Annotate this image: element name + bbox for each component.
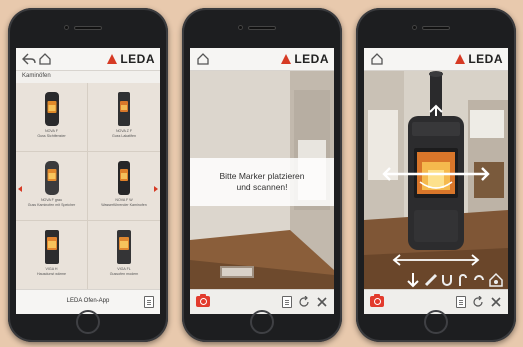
back-icon[interactable] [22, 53, 36, 65]
product-grid: NOVA F Guss Sichtfenster NOVA Z F Guss L… [16, 83, 160, 290]
product-card[interactable]: NOVA F Guss Sichtfenster [16, 83, 88, 152]
scan-instruction-line-2: und scannen! [236, 182, 288, 192]
next-arrow-icon[interactable] [154, 186, 158, 192]
camera-icon[interactable] [196, 294, 210, 307]
home-icon[interactable] [370, 52, 384, 66]
scan-instruction-banner: Bitte Marker platzieren und scannen! [190, 158, 334, 206]
speaker-grille [74, 26, 102, 30]
stove-thumbnail [45, 161, 59, 195]
ar-camera-view [364, 70, 508, 290]
product-model: VIGA H [45, 267, 58, 271]
product-description: Guss Kaminofen mit Speicher [27, 202, 76, 207]
app-bar: LEDA [16, 48, 160, 71]
pipe-icon[interactable] [424, 273, 438, 287]
phone-2: LEDA Bitte Marker platzieren und scannen… [182, 8, 342, 342]
product-card[interactable]: NOVA F W Wasserführender Kaminofen [88, 152, 160, 221]
product-description: Hausdunst wärme [37, 271, 66, 276]
app-bar: LEDA [364, 48, 508, 71]
leda-logo-mark [455, 54, 466, 64]
catalog-screen: LEDA Kaminöfen NOVA F Guss Sichtfenster [16, 48, 160, 314]
phone-home-button[interactable] [76, 310, 100, 334]
product-card[interactable]: NOVA Z F Guss Lakatifen [88, 83, 160, 152]
product-description: Wasserführender Kaminofen [101, 202, 147, 207]
arrow-down-icon[interactable] [406, 272, 420, 288]
document-icon[interactable] [456, 296, 466, 308]
product-card[interactable]: NOVA F grau Guss Kaminofen mit Speicher [16, 152, 88, 221]
product-card[interactable]: VIGA H Hausdunst wärme [16, 221, 88, 290]
magnet-icon[interactable] [440, 273, 454, 287]
rotate-icon[interactable] [472, 296, 484, 308]
camera-icon[interactable] [370, 294, 384, 307]
stove-thumbnail [45, 230, 59, 264]
phone-1: LEDA Kaminöfen NOVA F Guss Sichtfenster [8, 8, 168, 342]
house-icon[interactable] [488, 272, 504, 288]
rotate-icon[interactable] [298, 296, 310, 308]
leda-logo-mark [281, 54, 292, 64]
loop-icon[interactable] [472, 273, 486, 287]
speaker-grille [248, 26, 276, 30]
product-model: VIGA FL [117, 267, 131, 271]
leda-logo: LEDA [454, 52, 503, 66]
previous-arrow-icon[interactable] [18, 186, 22, 192]
product-model: NOVA F grau [40, 198, 63, 202]
home-icon[interactable] [38, 52, 52, 66]
app-bar: LEDA [190, 48, 334, 71]
stove-thumbnail [118, 92, 130, 126]
app-name: LEDA Ofen-App [66, 298, 110, 304]
phone-3: LEDA [356, 8, 516, 342]
front-camera [238, 25, 243, 30]
speaker-grille [422, 26, 450, 30]
stove-thumbnail [45, 92, 59, 126]
phone-home-button[interactable] [424, 310, 448, 334]
leda-logo-text: LEDA [468, 52, 503, 66]
leda-logo-text: LEDA [294, 52, 329, 66]
stove-thumbnail [118, 161, 130, 195]
front-camera [64, 25, 69, 30]
tools-icon[interactable] [316, 296, 328, 308]
document-icon[interactable] [144, 296, 154, 308]
ar-tools-row [406, 272, 506, 288]
leda-logo: LEDA [280, 52, 329, 66]
product-description: Guss Lakatifen [112, 133, 136, 138]
scan-instruction-line-1: Bitte Marker platzieren [219, 171, 305, 181]
ar-preview-screen: LEDA [364, 48, 508, 314]
section-title: Kaminöfen [22, 73, 51, 79]
product-model: NOVA Z F [115, 129, 133, 133]
product-description: Guss Sichtfenster [37, 133, 66, 138]
leda-logo-text: LEDA [120, 52, 155, 66]
front-camera [412, 25, 417, 30]
home-icon[interactable] [196, 52, 210, 66]
product-description: Gussofen modern [109, 271, 139, 276]
leda-logo: LEDA [106, 52, 155, 66]
stove-thumbnail [117, 230, 131, 264]
product-model: NOVA F W [115, 198, 133, 202]
product-card[interactable]: VIGA FL Gussofen modern [88, 221, 160, 290]
leda-logo-mark [107, 54, 118, 64]
hook-icon[interactable] [456, 273, 470, 287]
tools-icon[interactable] [490, 296, 502, 308]
phone-home-button[interactable] [250, 310, 274, 334]
scan-screen: LEDA Bitte Marker platzieren und scannen… [190, 48, 334, 314]
product-model: NOVA F [45, 129, 58, 133]
document-icon[interactable] [282, 296, 292, 308]
